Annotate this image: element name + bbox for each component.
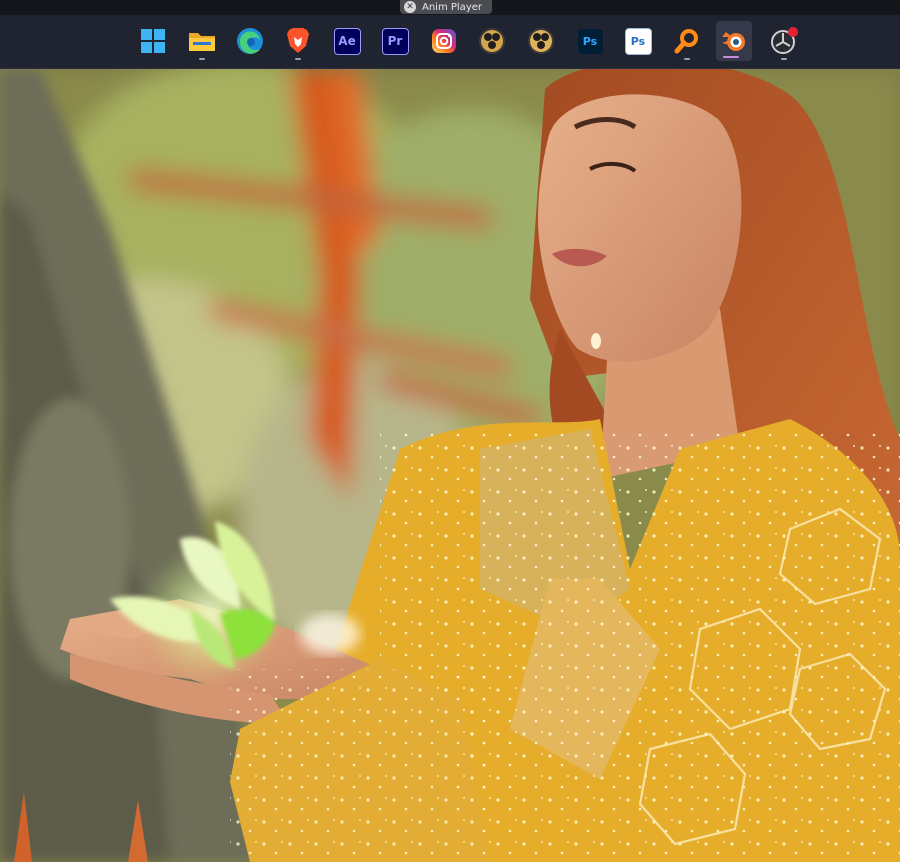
ps-alt-icon[interactable]: Ps — [623, 25, 653, 57]
folder-icon[interactable] — [187, 25, 217, 60]
pr-label: Pr — [381, 27, 409, 55]
window-title-pill: ✕ Anim Player — [400, 0, 492, 14]
davinci-icon[interactable] — [477, 25, 507, 57]
instagram-icon[interactable] — [429, 25, 459, 57]
ae-icon[interactable]: Ae — [332, 25, 362, 57]
ae-label: Ae — [333, 27, 361, 55]
ps-icon[interactable]: Ps — [575, 25, 605, 57]
window-top-strip: ✕ Anim Player — [0, 0, 900, 15]
ps-label: Ps — [577, 28, 603, 54]
anim-player-icon[interactable] — [769, 25, 799, 60]
magnifier-icon[interactable] — [672, 25, 702, 60]
ps-alt-label: Ps — [624, 27, 652, 55]
blender-icon[interactable] — [716, 21, 752, 61]
windows-start-icon[interactable] — [138, 25, 168, 57]
pr-icon[interactable]: Pr — [380, 25, 410, 57]
window-title: Anim Player — [422, 1, 482, 13]
edge-icon[interactable] — [235, 25, 265, 57]
active-indicator — [723, 56, 739, 58]
taskbar: Ae Pr Ps Ps — [0, 15, 900, 69]
running-indicator — [684, 58, 690, 60]
brave-lion-icon[interactable] — [283, 25, 313, 60]
davinci-icon[interactable] — [526, 25, 556, 57]
close-icon[interactable]: ✕ — [404, 1, 416, 13]
running-indicator — [295, 58, 301, 60]
running-indicator — [781, 58, 787, 60]
video-frame — [0, 69, 900, 862]
running-indicator — [199, 58, 205, 60]
